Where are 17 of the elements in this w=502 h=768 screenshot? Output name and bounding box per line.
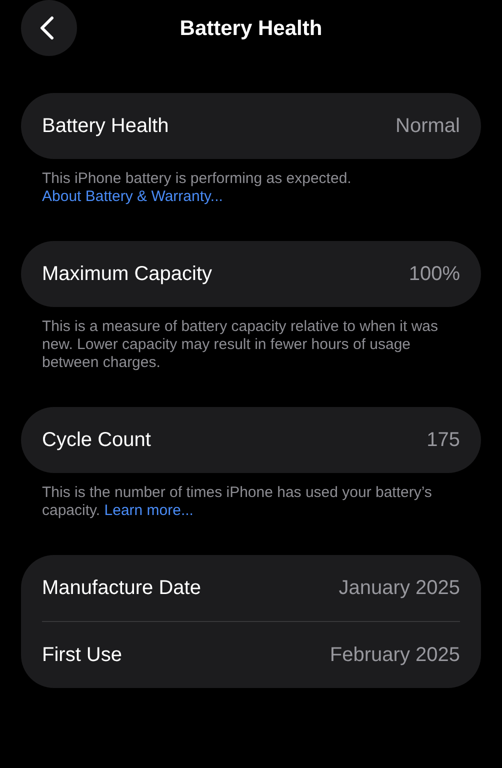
- row-value: January 2025: [338, 576, 460, 600]
- row-label: Maximum Capacity: [42, 262, 212, 286]
- row-value: 100%: [408, 262, 460, 286]
- row-value: February 2025: [330, 644, 460, 666]
- row-value: 175: [426, 428, 460, 452]
- footnote-text: This iPhone battery is performing as expected. About Battery & Warranty...: [42, 170, 352, 206]
- page-title: Battery Health: [180, 17, 322, 41]
- footnote-link[interactable]: About Battery & Warranty...: [42, 188, 223, 205]
- row-label: First Use: [42, 644, 122, 666]
- footnote-text: This is a measure of battery capacity relative to when it was new. Lower capacity may result in fewer hours of usage between charges.: [42, 318, 440, 372]
- row-label: Cycle Count: [42, 428, 151, 452]
- footnote-text: This is the number of times iPhone has used your battery’s capacity. Learn more...: [42, 484, 433, 520]
- footnote-link[interactable]: Learn more...: [104, 502, 194, 519]
- row-label: Manufacture Date: [42, 576, 201, 600]
- row-value: Normal: [396, 114, 460, 138]
- chevron-left-icon: [40, 16, 54, 40]
- row-label: Battery Health: [42, 114, 169, 138]
